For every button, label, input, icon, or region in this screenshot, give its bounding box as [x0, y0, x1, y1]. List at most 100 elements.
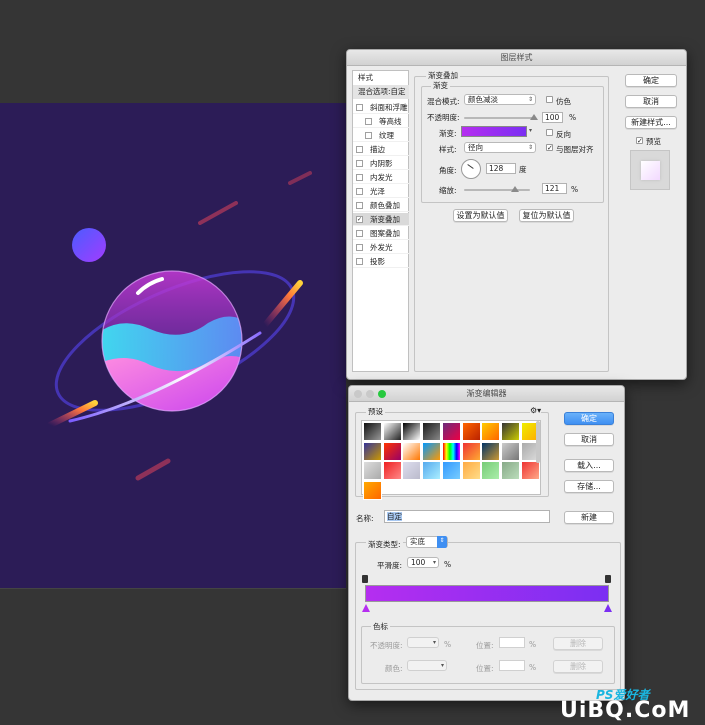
sidebar-item-stroke[interactable]: 描边 [353, 143, 409, 156]
checkbox-icon[interactable] [356, 230, 363, 237]
blend-options-item[interactable]: 混合选项:自定 [353, 85, 409, 99]
cancel-button[interactable]: 取消 [625, 95, 677, 108]
gradient-ramp-bar[interactable] [365, 585, 609, 602]
preset-swatch[interactable] [402, 461, 422, 480]
checkbox-checked-icon[interactable]: ✓ [356, 216, 363, 223]
preset-swatch[interactable] [382, 422, 402, 441]
preset-swatch[interactable] [481, 422, 501, 441]
chevron-down-icon[interactable]: ▾ [529, 127, 532, 134]
sidebar-item-contour[interactable]: 等高线 [353, 115, 409, 128]
reverse-checkbox[interactable] [546, 129, 553, 136]
preset-swatch[interactable] [500, 422, 520, 441]
gradient-editor-titlebar[interactable]: 渐变编辑器 [349, 386, 624, 402]
preset-swatch[interactable] [382, 441, 402, 461]
preset-swatch[interactable] [402, 422, 422, 441]
angle-dial[interactable] [461, 159, 481, 179]
stop-opacity-select[interactable]: ▾ [407, 637, 439, 648]
preset-swatch[interactable] [363, 461, 382, 480]
checkbox-icon[interactable] [356, 104, 363, 111]
sidebar-item-inner-glow[interactable]: 内发光 [353, 171, 409, 184]
layer-style-titlebar[interactable]: 图层样式 [347, 50, 686, 66]
opacity-input[interactable]: 100 [542, 112, 563, 123]
angle-input[interactable]: 128 [486, 163, 516, 174]
delete-color-stop-button[interactable]: 删除 [553, 660, 603, 673]
opacity-location-input[interactable] [499, 637, 525, 648]
align-with-layer-checkbox[interactable]: ✓ [546, 144, 553, 152]
preset-swatch[interactable] [402, 441, 422, 461]
sidebar-item-pattern-overlay[interactable]: 图案叠加 [353, 227, 409, 240]
close-window-icon[interactable] [354, 390, 362, 398]
preset-swatch[interactable] [441, 422, 461, 441]
preset-swatch[interactable] [500, 461, 520, 480]
preset-scrollbar[interactable] [536, 421, 540, 463]
checkbox-icon[interactable] [365, 132, 372, 139]
checkbox-icon[interactable] [356, 188, 363, 195]
opacity-stop-left-icon[interactable] [362, 575, 368, 583]
preset-swatch[interactable] [441, 461, 461, 480]
preset-swatch[interactable] [363, 422, 382, 441]
sidebar-item-bevel[interactable]: 斜面和浮雕 [353, 101, 409, 114]
checkbox-icon[interactable] [356, 244, 363, 251]
reset-default-button[interactable]: 复位为默认值 [519, 209, 574, 222]
preset-swatch[interactable] [481, 461, 501, 480]
checkbox-icon[interactable] [356, 160, 363, 167]
dither-checkbox[interactable] [546, 96, 553, 103]
gradient-type-select[interactable]: 实底 ⇕ [406, 536, 448, 548]
smoothness-select[interactable]: 100 ▾ [407, 557, 439, 568]
checkbox-icon[interactable] [356, 146, 363, 153]
new-style-button[interactable]: 新建样式... [625, 116, 677, 129]
preview-checkbox[interactable]: ✓ [636, 137, 643, 145]
cancel-button[interactable]: 取消 [564, 433, 614, 446]
sidebar-item-texture[interactable]: 纹理 [353, 129, 409, 142]
checkbox-icon[interactable] [356, 174, 363, 181]
preset-swatch[interactable] [422, 422, 442, 441]
preset-swatch[interactable] [461, 422, 481, 441]
color-stop-right-icon[interactable] [604, 604, 612, 612]
checkbox-icon[interactable] [356, 258, 363, 265]
stop-color-select[interactable]: ▾ [407, 660, 447, 671]
color-location-input[interactable] [499, 660, 525, 671]
scale-slider[interactable] [464, 189, 530, 191]
blend-mode-select[interactable]: 颜色减淡 ⇕ [464, 94, 536, 105]
new-button[interactable]: 新建 [564, 511, 614, 524]
save-button[interactable]: 存储... [564, 480, 614, 493]
ok-button[interactable]: 确定 [564, 412, 614, 425]
minimize-window-icon[interactable] [366, 390, 374, 398]
set-default-button[interactable]: 设置为默认值 [453, 209, 508, 222]
sidebar-item-inner-shadow[interactable]: 内阴影 [353, 157, 409, 170]
zoom-window-icon[interactable] [378, 390, 386, 398]
scale-slider-thumb[interactable] [511, 186, 519, 192]
sidebar-item-outer-glow[interactable]: 外发光 [353, 241, 409, 254]
scale-input[interactable]: 121 [542, 183, 567, 194]
preset-swatch[interactable] [520, 461, 540, 480]
gear-icon[interactable]: ⚙▾ [530, 406, 542, 415]
preset-swatch[interactable] [382, 461, 402, 480]
sidebar-item-color-overlay[interactable]: 颜色叠加 [353, 199, 409, 212]
preset-swatch[interactable] [422, 461, 442, 480]
preset-swatch[interactable] [363, 441, 382, 461]
sidebar-item-satin[interactable]: 光泽 [353, 185, 409, 198]
name-input[interactable]: 自定 [384, 510, 550, 523]
gradient-preview-swatch[interactable] [461, 126, 527, 137]
opacity-stop-right-icon[interactable] [605, 575, 611, 583]
opacity-slider-thumb[interactable] [530, 114, 538, 120]
preset-swatch[interactable] [461, 461, 481, 480]
ok-button[interactable]: 确定 [625, 74, 677, 87]
opacity-slider[interactable] [464, 117, 535, 119]
color-stop-left-icon[interactable] [362, 604, 370, 612]
load-button[interactable]: 载入... [564, 459, 614, 472]
sidebar-item-gradient-overlay[interactable]: ✓ 渐变叠加 [353, 213, 409, 226]
preset-swatch[interactable] [363, 480, 382, 500]
delete-opacity-stop-button[interactable]: 删除 [553, 637, 603, 650]
preset-swatch[interactable] [461, 441, 481, 461]
preset-swatch[interactable] [441, 441, 461, 461]
checkbox-icon[interactable] [365, 118, 372, 125]
preset-swatch[interactable] [422, 441, 442, 461]
preset-swatch[interactable] [481, 441, 501, 461]
sidebar-item-drop-shadow[interactable]: 投影 [353, 255, 409, 268]
style-select[interactable]: 径向 ⇕ [464, 142, 536, 153]
preset-swatch[interactable] [500, 441, 520, 461]
canvas-artboard[interactable] [0, 103, 346, 588]
checkbox-icon[interactable] [356, 202, 363, 209]
styles-header[interactable]: 样式 [353, 71, 409, 85]
